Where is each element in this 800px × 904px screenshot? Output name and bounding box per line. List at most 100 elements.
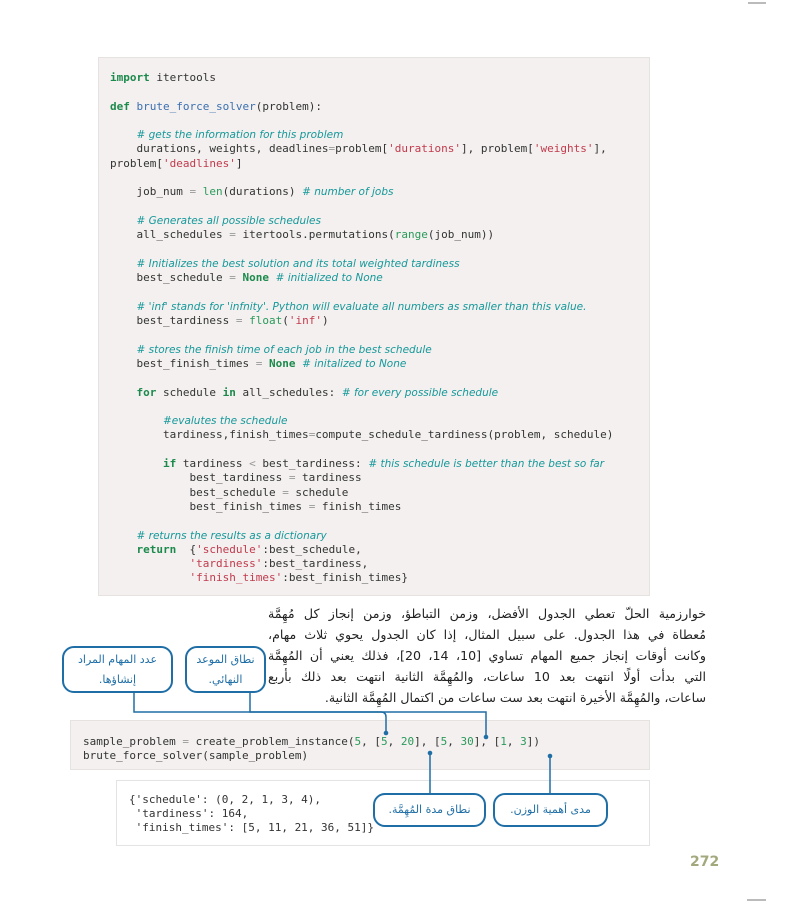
code-token: return — [136, 542, 177, 556]
code-token: ] — [235, 156, 243, 170]
code-token: 'deadlines' — [162, 156, 236, 170]
code-token: ], — [593, 142, 607, 156]
code-token: if — [162, 457, 177, 471]
code-token: { — [176, 542, 197, 556]
code-line: tardiness,finish_times=compute_schedule_… — [110, 428, 613, 442]
code-comment: # stores the finish time of each job in … — [136, 343, 432, 356]
code-token: = — [229, 228, 236, 242]
code-token: 'schedule' — [196, 542, 263, 556]
code-token: , — [387, 735, 401, 748]
code-line: #evalutes the schedule — [110, 414, 613, 428]
code-line: 'finish_times': [5, 11, 21, 36, 51]} — [129, 821, 375, 834]
code-token: best_schedule — [110, 271, 230, 285]
paragraph-line: وكانت أوقات إنجاز جميع المهام تساوي [10،… — [268, 648, 707, 663]
code-token: 3 — [520, 735, 527, 748]
code-token: best_tardiness — [110, 314, 236, 328]
code-token: schedule — [156, 385, 223, 399]
code-token: None — [242, 271, 269, 285]
code-line: {'schedule': (0, 2, 1, 3, 4), — [129, 793, 322, 806]
code-token: len — [202, 185, 223, 199]
paragraph-line: ساعات، والمُهِمَّة الأخيرة انتهت بعد ست … — [324, 690, 706, 705]
code-token: all_schedules: — [235, 385, 342, 399]
code-line: best_schedule = None # initialized to No… — [110, 271, 613, 285]
code-token: best_schedule — [110, 485, 283, 499]
callout-num-jobs: عدد المهام المراد إنشاؤها. — [62, 646, 173, 693]
code-line: best_tardiness = float('inf') — [110, 314, 613, 328]
code-line: def brute_force_solver(problem): — [110, 100, 613, 114]
code-comment: # initialized to None — [275, 272, 383, 285]
corner-rule-top — [748, 2, 766, 4]
code-token: :best_tardiness, — [262, 557, 369, 571]
code-lines: sample_problem = create_problem_instance… — [83, 735, 540, 763]
code-token: tardiness,finish_times — [110, 428, 309, 442]
code-token: ], problem[ — [461, 142, 534, 156]
code-token: ( — [282, 314, 289, 328]
code-block-brute-force-solver: import itertools def brute_force_solver(… — [98, 57, 650, 596]
code-comment: # returns the results as a dictionary — [136, 529, 327, 542]
output-lines: {'schedule': (0, 2, 1, 3, 4), 'tardiness… — [129, 793, 374, 835]
code-token: problem[ — [335, 142, 389, 156]
code-token: 'weights' — [533, 142, 594, 156]
code-token: :best_finish_times} — [282, 571, 409, 585]
code-token: ) — [321, 314, 329, 328]
code-token: tardiness — [295, 471, 362, 485]
paragraph-line: مُعطاة في هذا الجدول. على سبيل المثال، إ… — [268, 627, 706, 642]
page-number: 272 — [690, 854, 720, 870]
code-token: durations, weights, deadlines — [110, 142, 329, 156]
paragraph-line: خوارزمية الحلّ تعطي الجدول الأفضل، وزمن … — [268, 606, 706, 621]
code-line: 'tardiness': 164, — [129, 807, 249, 820]
code-token: = — [229, 271, 236, 285]
code-line: 'tardiness':best_tardiness, — [110, 557, 613, 571]
code-token: < — [249, 457, 256, 471]
code-line: brute_force_solver(sample_problem) — [83, 749, 540, 763]
code-line: 'finish_times':best_finish_times} — [110, 571, 613, 585]
code-comment: # for every possible schedule — [341, 386, 499, 399]
code-token: problem[ — [110, 156, 163, 170]
callout-deadline-range: نطاق الموعد النهائي. — [185, 646, 266, 693]
code-lines: import itertools def brute_force_solver(… — [110, 71, 613, 586]
code-comment: # 'inf' stands for 'infnity'. Python wil… — [136, 300, 587, 313]
code-token: 'finish_times' — [189, 571, 283, 585]
code-token: 30 — [460, 735, 474, 748]
code-line: return {'schedule':best_schedule, — [110, 543, 613, 557]
code-token: for — [136, 385, 157, 399]
code-line: # Initializes the best solution and its … — [110, 257, 613, 271]
code-token: itertools.permutations( — [235, 228, 395, 242]
code-line: problem['deadlines'] — [110, 157, 613, 171]
code-token: tardiness — [176, 457, 250, 471]
code-token: 1 — [500, 735, 507, 748]
code-line: sample_problem = create_problem_instance… — [83, 735, 540, 749]
code-token: best_tardiness: — [255, 457, 369, 471]
code-comment: # this schedule is better than the best … — [368, 458, 605, 471]
code-token: finish_times — [315, 499, 402, 513]
code-line: best_schedule = schedule — [110, 486, 613, 500]
code-token: sample_problem — [83, 735, 183, 748]
code-token: , [ — [361, 735, 382, 748]
code-token: ]) — [526, 735, 541, 748]
code-token: 20 — [400, 735, 415, 748]
code-token: best_finish_times — [110, 499, 309, 513]
corner-rule-bottom — [747, 899, 766, 901]
code-token: schedule — [288, 485, 349, 499]
code-token: best_finish_times — [110, 356, 256, 370]
paragraph-line: التي بدأت أولًا انتهت بعد 10 ساعات، والم… — [268, 669, 706, 684]
code-token: = — [182, 735, 189, 748]
code-line: # stores the finish time of each job in … — [110, 343, 613, 357]
code-token: itertools — [149, 71, 216, 84]
